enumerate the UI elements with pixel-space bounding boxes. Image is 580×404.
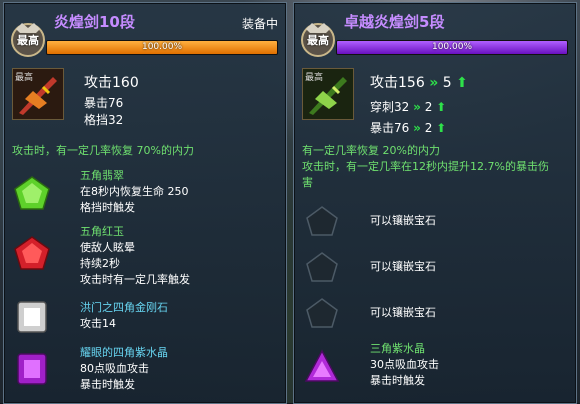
gem-slot-4[interactable] bbox=[302, 349, 352, 385]
progress-text: 100.00% bbox=[141, 42, 183, 52]
gem-line: 暴击时触发 bbox=[370, 374, 425, 387]
purple-square-gem-icon bbox=[17, 353, 47, 385]
gem-4-info: 耀眼的四角紫水晶 80点吸血攻击 暴击时触发 bbox=[80, 345, 168, 393]
stat-attack-delta: 5 bbox=[442, 75, 452, 91]
weapon-icon: 最高 bbox=[12, 68, 64, 120]
weapon-icon: 最高 bbox=[302, 68, 354, 120]
growth-progress-bar: 100.00% bbox=[336, 40, 568, 55]
gem-2-info: 五角红玉 使敌人眩晕 持续2秒 攻击时有一定几率触发 bbox=[80, 224, 190, 288]
gem-line: 在8秒内恢复生命 250 bbox=[80, 185, 189, 198]
progress-text: 100.00% bbox=[431, 42, 473, 52]
rank-badge: 最高 bbox=[8, 19, 48, 59]
stat-block: 格挡32 bbox=[84, 113, 124, 127]
gem-slot-1[interactable] bbox=[12, 175, 62, 211]
up-arrow-icon: ⬆ bbox=[436, 100, 447, 114]
compare-item-tooltip: 卓越炎煌剑5段 100.00% 最高 最高 攻击156 » 5 ⬆ 穿刺32 » bbox=[293, 2, 577, 404]
increase-arrow-icon: » bbox=[413, 100, 421, 114]
grade-tag: 最高 bbox=[15, 73, 34, 83]
stat-pierce-delta: 2 bbox=[424, 100, 433, 114]
rank-label: 最高 bbox=[17, 34, 39, 47]
gem-slot-4[interactable] bbox=[12, 351, 62, 387]
stat-crit: 暴击76 » 2 ⬆ bbox=[370, 119, 446, 136]
gem-name: 耀眼的四角紫水晶 bbox=[80, 346, 168, 359]
gem-name: 洪门之四角金刚石 bbox=[80, 301, 168, 314]
effect-line: 有一定几率恢复 20%的内力 bbox=[302, 144, 440, 157]
red-pentagon-gem-icon bbox=[14, 236, 50, 270]
gem-line: 攻击14 bbox=[80, 317, 116, 330]
tooltip-header: 卓越炎煌剑5段 100.00% 最高 bbox=[294, 3, 576, 59]
effect-line: 害 bbox=[302, 176, 313, 189]
empty-slot-hint: 可以镶嵌宝石 bbox=[370, 260, 436, 273]
empty-gem-slot-2[interactable] bbox=[302, 249, 352, 285]
gem-1-info: 五角翡翠 在8秒内恢复生命 250 格挡时触发 bbox=[80, 168, 189, 216]
gem-line: 30点吸血攻击 bbox=[370, 358, 439, 371]
gem-line: 使敌人眩晕 bbox=[80, 241, 135, 254]
increase-arrow-icon: » bbox=[413, 121, 421, 135]
empty-slot-hint: 可以镶嵌宝石 bbox=[370, 214, 436, 227]
item-title: 炎煌剑10段 bbox=[54, 13, 135, 31]
equipped-item-tooltip: 炎煌剑10段 装备中 100.00% 最高 最高 攻击160 暴击76 格挡32… bbox=[3, 2, 287, 404]
up-arrow-icon: ⬆ bbox=[436, 121, 447, 135]
empty-slot-icon bbox=[306, 206, 338, 236]
empty-gem-slot-3[interactable] bbox=[302, 295, 352, 331]
empty-slot-hint: 可以镶嵌宝石 bbox=[370, 306, 436, 319]
gem-line: 暴击时触发 bbox=[80, 378, 135, 391]
item-effect: 有一定几率恢复 20%的内力 攻击时，有一定几率在12秒内提升12.7%的暴击伤… bbox=[302, 143, 549, 191]
up-arrow-icon: ⬆ bbox=[456, 75, 468, 91]
stat-crit: 暴击76 bbox=[84, 96, 124, 110]
stat-pierce: 穿刺32 » 2 ⬆ bbox=[370, 98, 446, 115]
grade-tag: 最高 bbox=[305, 73, 324, 83]
gem-line: 攻击时有一定几率触发 bbox=[80, 273, 190, 286]
gem-line: 持续2秒 bbox=[80, 257, 120, 270]
empty-slot-icon bbox=[306, 298, 338, 328]
increase-arrow-icon: » bbox=[429, 75, 439, 91]
equipped-status: 装备中 bbox=[241, 17, 278, 31]
stat-pierce-value: 穿刺32 bbox=[370, 100, 410, 114]
empty-slot-icon bbox=[306, 252, 338, 282]
gem-line: 格挡时触发 bbox=[80, 201, 135, 214]
empty-gem-slot-1[interactable] bbox=[302, 203, 352, 239]
gem-3-info: 洪门之四角金刚石 攻击14 bbox=[80, 300, 168, 332]
rank-badge: 最高 bbox=[298, 19, 338, 59]
item-effect: 攻击时，有一定几率恢复 70%的内力 bbox=[12, 144, 194, 157]
growth-progress-bar: 100.00% bbox=[46, 40, 278, 55]
gem-name: 三角紫水晶 bbox=[370, 342, 425, 355]
stat-crit-value: 暴击76 bbox=[370, 121, 410, 135]
stat-attack: 攻击160 bbox=[84, 75, 139, 91]
gem-line: 80点吸血攻击 bbox=[80, 362, 149, 375]
gem-slot-2[interactable] bbox=[12, 235, 62, 271]
effect-line: 攻击时，有一定几率在12秒内提升12.7%的暴击伤 bbox=[302, 160, 549, 173]
stat-attack-value: 攻击156 bbox=[370, 75, 425, 91]
green-pentagon-gem-icon bbox=[14, 176, 50, 210]
stat-crit-delta: 2 bbox=[424, 121, 433, 135]
gem-name: 五角红玉 bbox=[80, 225, 124, 238]
gem-slot-3[interactable] bbox=[12, 299, 62, 335]
gem-4-info: 三角紫水晶 30点吸血攻击 暴击时触发 bbox=[370, 341, 439, 389]
rank-label: 最高 bbox=[307, 34, 329, 47]
tooltip-header: 炎煌剑10段 装备中 100.00% 最高 bbox=[4, 3, 286, 59]
purple-triangle-gem-icon bbox=[304, 349, 340, 382]
gem-name: 五角翡翠 bbox=[80, 169, 124, 182]
item-title: 卓越炎煌剑5段 bbox=[344, 13, 445, 31]
diamond-square-gem-icon bbox=[17, 301, 47, 333]
stat-attack: 攻击156 » 5 ⬆ bbox=[370, 72, 468, 92]
